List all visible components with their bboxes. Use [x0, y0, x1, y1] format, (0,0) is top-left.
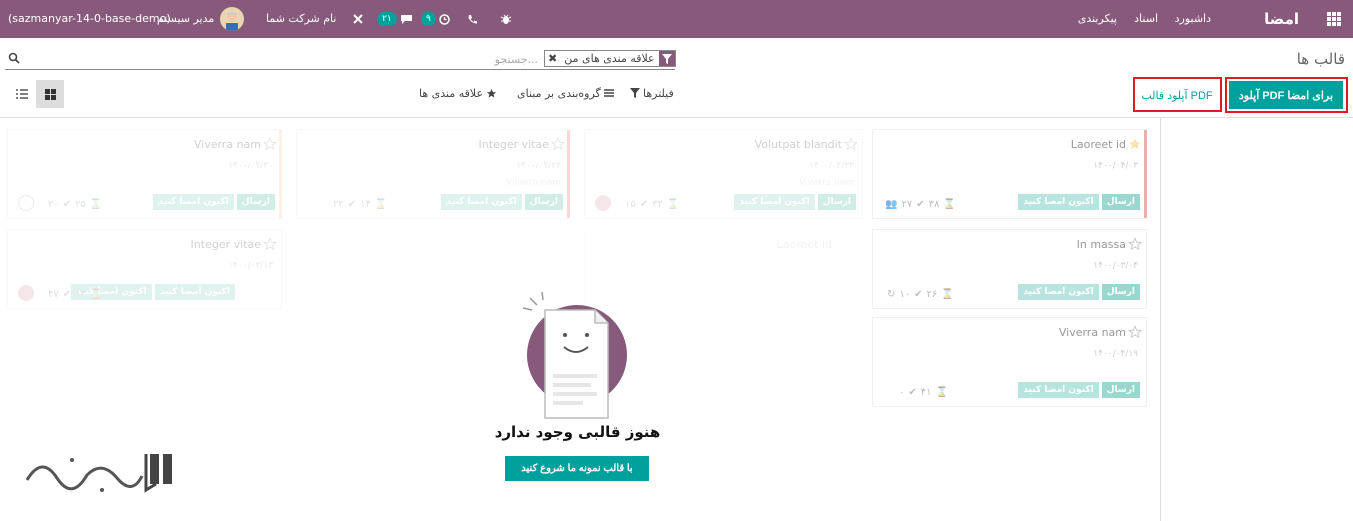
- list-bars-icon: [603, 89, 614, 97]
- search-input[interactable]: جستجو...: [470, 53, 538, 66]
- highlight-frame-primary: [1225, 77, 1348, 113]
- search-facet-favorites[interactable]: علاقه مندی های من ✖: [544, 50, 676, 67]
- filter-funnel-icon: [658, 51, 675, 66]
- favorites-dropdown[interactable]: علاقه مندی ها: [419, 85, 497, 101]
- activities-count-badge: ۹: [421, 12, 436, 26]
- user-name[interactable]: مدیر سیستم: [157, 0, 214, 38]
- start-with-sample-template-button[interactable]: با قالب نمونه ما شروع کنید: [505, 456, 649, 481]
- activities-menu[interactable]: ۹: [421, 0, 451, 38]
- user-avatar[interactable]: [220, 7, 244, 31]
- highlight-frame-secondary: [1133, 77, 1222, 112]
- clock-icon: [439, 13, 451, 25]
- menu-documents[interactable]: اسناد: [1134, 0, 1158, 38]
- star-icon: [486, 88, 497, 98]
- list-icon: [16, 89, 28, 99]
- debug-bug-icon[interactable]: [500, 0, 512, 38]
- page-title: قالب ها: [1296, 50, 1345, 68]
- funnel-icon: [630, 88, 640, 98]
- empty-state-title: هنوز قالبی وجود ندارد: [494, 423, 661, 441]
- top-navbar: امضا داشبورد اسناد پیکربندی (sazmanyar-1…: [0, 0, 1353, 38]
- app-brand[interactable]: امضا: [1264, 0, 1299, 38]
- kanban-side-border: [1160, 118, 1161, 521]
- menu-dashboard[interactable]: داشبورد: [1175, 0, 1211, 38]
- filters-dropdown[interactable]: فیلترها: [630, 85, 674, 101]
- facet-label: علاقه مندی های من: [564, 52, 655, 65]
- search-icon[interactable]: [8, 52, 22, 66]
- search-bar: [5, 69, 675, 70]
- chat-icon: [401, 14, 413, 24]
- grid-icon: [44, 88, 56, 100]
- db-name: (sazmanyar-14-0-base-demo): [8, 12, 171, 25]
- menu-configuration[interactable]: پیکربندی: [1078, 0, 1117, 38]
- company-switch-icon[interactable]: [352, 0, 364, 38]
- watermark-logo: [25, 454, 172, 493]
- phone-icon[interactable]: [467, 0, 478, 38]
- empty-document-illustration: [522, 291, 627, 419]
- facet-remove-icon[interactable]: ✖: [545, 52, 560, 65]
- apps-menu-icon[interactable]: [1327, 12, 1341, 26]
- groupby-dropdown[interactable]: گروه‌بندی بر مبنای: [517, 85, 614, 101]
- messages-menu[interactable]: ۲۱: [377, 0, 413, 38]
- messages-count-badge: ۲۱: [377, 12, 397, 26]
- list-view-button[interactable]: [8, 80, 36, 108]
- kanban-view-button[interactable]: [36, 80, 64, 108]
- company-name[interactable]: نام شرکت شما: [266, 0, 336, 38]
